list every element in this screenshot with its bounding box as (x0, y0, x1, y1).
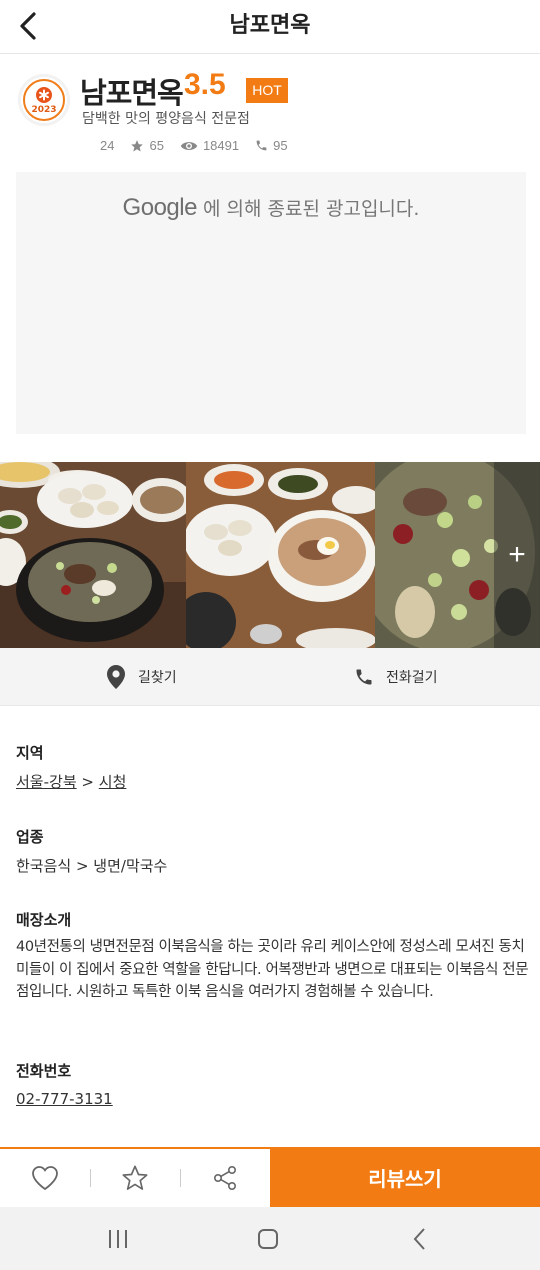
google-logo-text: Google (122, 194, 198, 221)
photo-gallery[interactable]: + (0, 462, 540, 648)
region-value: 서울-강북 > 시청 (16, 771, 126, 792)
system-back-button[interactable] (390, 1207, 450, 1270)
page-title: 남포면옥 (229, 13, 311, 38)
recent-apps-button[interactable] (88, 1207, 148, 1270)
write-review-button[interactable]: 리뷰쓰기 (270, 1147, 540, 1207)
stat-favorites: 65 (130, 138, 164, 153)
calls-count: 95 (273, 138, 288, 153)
gallery-photo-1[interactable] (0, 462, 186, 648)
share-button[interactable] (190, 1149, 260, 1207)
phone-label: 전화번호 (16, 1062, 72, 1080)
store-header: 2023 남포면옥 3.5 HOT 담백한 맛의 평양음식 전문점 24 65 … (0, 62, 540, 162)
bottom-action-bar: 리뷰쓰기 (0, 1147, 540, 1207)
region-label: 지역 (16, 744, 44, 762)
call-label: 전화걸기 (386, 670, 438, 686)
gallery-photo-2[interactable] (186, 462, 375, 648)
hot-badge: HOT (246, 78, 288, 103)
intro-label: 매장소개 (16, 911, 72, 929)
directions-button[interactable]: 길찾기 (106, 648, 177, 706)
favorite-button[interactable] (100, 1149, 170, 1207)
region-separator: > (81, 773, 94, 791)
action-bar: 길찾기 전화걸기 (0, 648, 540, 706)
like-button[interactable] (10, 1149, 80, 1207)
home-icon (258, 1228, 278, 1249)
store-description: 담백한 맛의 평양음식 전문점 (82, 111, 250, 127)
top-bar: 남포면옥 (0, 0, 540, 54)
recent-apps-icon (109, 1229, 127, 1248)
favorites-count: 65 (149, 138, 164, 153)
stat-calls: 95 (255, 138, 288, 153)
store-name: 남포면옥 (80, 76, 184, 110)
ad-closed-text: 에 의해 종료된 광고입니다. (202, 198, 420, 220)
category-value: 한국음식 > 냉면/막국수 (16, 857, 168, 875)
region-area-link[interactable]: 시청 (99, 773, 127, 791)
heart-icon (32, 1166, 58, 1191)
system-nav-bar (0, 1207, 540, 1270)
food-photo-image (186, 462, 375, 648)
map-pin-icon (107, 665, 125, 689)
share-icon (213, 1165, 236, 1190)
food-photo-image (0, 462, 186, 648)
call-button[interactable]: 전화걸기 (354, 648, 438, 706)
category-label: 업종 (16, 828, 44, 846)
ad-message: Google 에 의해 종료된 광고입니다. (16, 194, 526, 222)
reviews-count: 24 (100, 138, 115, 153)
region-city-link[interactable]: 서울-강북 (16, 773, 77, 791)
star-icon (131, 139, 144, 152)
store-stats: 24 65 18491 95 (100, 138, 304, 153)
directions-label: 길찾기 (138, 670, 177, 686)
views-count: 18491 (202, 138, 240, 153)
phone-number-link[interactable]: 02-777-3131 (16, 1090, 113, 1108)
intro-text: 40년전통의 냉면전문점 이북음식을 하는 곳이라 유리 케이스안에 정성스레 … (16, 939, 529, 1000)
more-photos-button[interactable]: + (494, 462, 540, 648)
home-button[interactable] (238, 1207, 298, 1270)
phone-icon (256, 140, 267, 151)
phone-icon (356, 669, 372, 685)
ad-placeholder: Google 에 의해 종료된 광고입니다. (16, 172, 526, 434)
plus-icon: + (508, 538, 526, 571)
eye-icon (180, 141, 198, 150)
star-icon (122, 1165, 148, 1190)
store-rating: 3.5 (184, 68, 226, 101)
back-chevron-icon (413, 1227, 425, 1250)
stat-reviews: 24 (100, 138, 114, 153)
store-logo: 2023 (18, 74, 70, 126)
stat-views: 18491 (180, 138, 239, 153)
